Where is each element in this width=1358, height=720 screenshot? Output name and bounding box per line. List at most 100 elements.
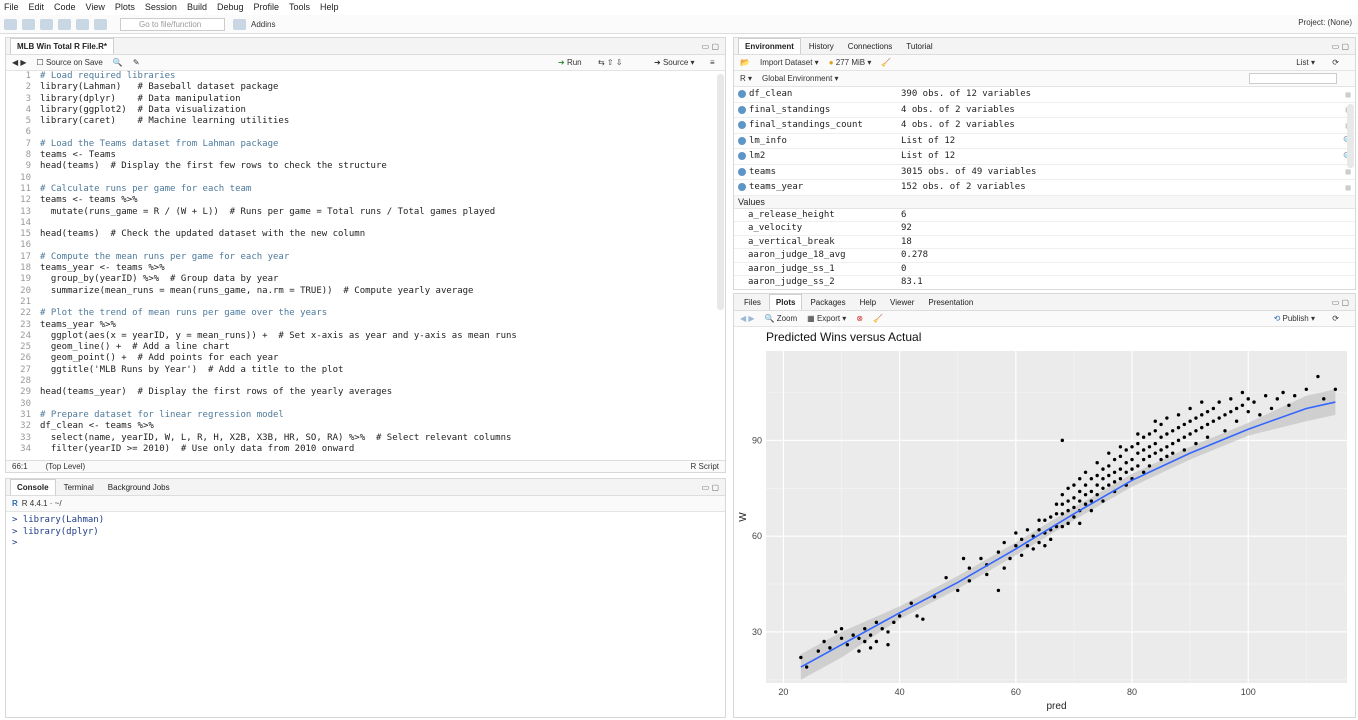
- data-point: [1101, 499, 1105, 503]
- editor-scrollbar[interactable]: [717, 74, 724, 310]
- menu-help[interactable]: Help: [320, 2, 339, 12]
- menu-plots[interactable]: Plots: [115, 2, 135, 12]
- env-row-final_standings_count[interactable]: final_standings_count 4 obs. of 2 variabl…: [734, 118, 1355, 134]
- export-button[interactable]: ▦ Export ▾: [807, 314, 846, 323]
- back-icon[interactable]: ◀ ▶: [12, 58, 27, 67]
- zoom-button[interactable]: 🔍 Zoom: [765, 314, 798, 323]
- code-text: ggtitle('MLB Runs by Year') # Add a titl…: [40, 364, 344, 375]
- new-project-icon[interactable]: [22, 18, 35, 30]
- tab-console[interactable]: Console: [10, 479, 56, 495]
- data-point: [1008, 556, 1012, 561]
- source-button[interactable]: ➜ Source ▾: [654, 58, 695, 67]
- print-icon[interactable]: [94, 18, 107, 30]
- list-view-button[interactable]: List ▾: [1296, 58, 1315, 67]
- window-controls-icon[interactable]: ▭ ▢: [1332, 298, 1349, 307]
- tab-plots[interactable]: Plots: [768, 294, 803, 310]
- menu-profile[interactable]: Profile: [254, 2, 280, 12]
- value-row-a_velocity[interactable]: a_velocity 92: [734, 222, 1355, 236]
- tab-history[interactable]: History: [803, 39, 840, 54]
- env-row-lm2[interactable]: lm2List of 12🔍: [734, 149, 1355, 165]
- tab-background-jobs[interactable]: Background Jobs: [102, 480, 176, 495]
- env-row-final_standings[interactable]: final_standings4 obs. of 2 variables▦: [734, 103, 1355, 118]
- value-row-aaron_judge_ss_1[interactable]: aaron_judge_ss_1 0: [734, 263, 1355, 276]
- refresh-icon[interactable]: ⟳: [1332, 58, 1339, 67]
- expand-icon[interactable]: [738, 105, 746, 114]
- value-row-a_vertical_break[interactable]: a_vertical_break 18: [734, 236, 1355, 249]
- value-row-aaron_judge_ss_2[interactable]: aaron_judge_ss_2 83.1: [734, 276, 1355, 289]
- data-point: [967, 579, 972, 583]
- tab-environment[interactable]: Environment: [738, 38, 801, 54]
- console-output[interactable]: > library(Lahman) > library(dplyr) >: [6, 512, 725, 550]
- menu-view[interactable]: View: [86, 2, 105, 12]
- menu-edit[interactable]: Edit: [29, 2, 45, 12]
- tab-presentation[interactable]: Presentation: [922, 295, 979, 310]
- table-icon[interactable]: ▦: [1341, 167, 1355, 176]
- search-icon[interactable]: 🔍: [113, 58, 123, 67]
- env-row-lm_info[interactable]: lm_infoList of 12🔍: [734, 134, 1355, 149]
- value-name: aaron_judge_ss_1: [748, 263, 835, 274]
- environment-scrollbar[interactable]: [1347, 104, 1354, 168]
- goto-file-input[interactable]: Go to file/function: [120, 17, 225, 31]
- remove-plot-icon[interactable]: ⊗: [856, 314, 863, 323]
- tab-help[interactable]: Help: [854, 295, 882, 310]
- memory-indicator[interactable]: ● 277 MiB ▾: [829, 58, 872, 67]
- broom-icon[interactable]: 🧹: [881, 58, 891, 67]
- save-all-icon[interactable]: [76, 18, 89, 30]
- wand-icon[interactable]: ✎: [133, 58, 140, 67]
- scope-indicator[interactable]: (Top Level): [46, 462, 86, 471]
- load-icon[interactable]: 📂: [740, 58, 750, 67]
- window-controls-icon[interactable]: ▭ ▢: [702, 483, 719, 492]
- menu-code[interactable]: Code: [54, 2, 76, 12]
- expand-icon[interactable]: [738, 183, 746, 192]
- tab-terminal[interactable]: Terminal: [58, 480, 100, 495]
- source-on-save-checkbox[interactable]: ☐ Source on Save: [37, 58, 103, 67]
- run-button[interactable]: ➜ Run: [558, 58, 582, 67]
- tab-packages[interactable]: Packages: [804, 295, 851, 310]
- expand-icon[interactable]: [738, 152, 746, 161]
- language-select[interactable]: R ▾: [740, 74, 752, 83]
- menu-build[interactable]: Build: [187, 2, 207, 12]
- save-icon[interactable]: [58, 18, 71, 30]
- expand-icon[interactable]: [738, 90, 746, 99]
- value-value: 0.278: [901, 250, 929, 261]
- plot-back-icon[interactable]: ◀ ▶: [740, 314, 755, 323]
- tab-tutorial[interactable]: Tutorial: [900, 39, 938, 54]
- code-text: library(ggplot2) # Data visualization: [40, 104, 246, 115]
- window-controls-icon[interactable]: ▭ ▢: [702, 42, 719, 51]
- publish-button[interactable]: ⟲ Publish ▾: [1274, 314, 1315, 323]
- menu-file[interactable]: File: [4, 2, 19, 12]
- addins-menu[interactable]: Addins: [251, 20, 275, 29]
- grid-icon[interactable]: [233, 18, 246, 30]
- value-row-a_release_height[interactable]: a_release_height 6: [734, 209, 1355, 222]
- tab-files[interactable]: Files: [738, 295, 767, 310]
- env-row-df_clean[interactable]: df_clean 390 obs. of 12 variables ▦: [734, 87, 1355, 103]
- env-row-teams_year[interactable]: teams_year 152 obs. of 2 variables ▦: [734, 180, 1355, 196]
- import-dataset-button[interactable]: Import Dataset ▾: [760, 58, 819, 67]
- table-icon[interactable]: ▦: [1341, 183, 1355, 192]
- expand-icon[interactable]: [738, 167, 746, 176]
- menu-icon[interactable]: ≡: [710, 58, 715, 67]
- tab-editor-file[interactable]: MLB Win Total R File.R*: [10, 38, 114, 54]
- code-editor[interactable]: 1 # Load required libraries 2 library(Lahma…: [6, 71, 715, 472]
- menu-session[interactable]: Session: [145, 2, 177, 12]
- clear-plots-icon[interactable]: 🧹: [873, 314, 883, 323]
- env-row-teams[interactable]: teams 3015 obs. of 49 variables ▦: [734, 165, 1355, 180]
- expand-icon[interactable]: [738, 136, 746, 145]
- project-menu[interactable]: Project: (None): [1298, 18, 1352, 27]
- new-file-icon[interactable]: [4, 18, 17, 30]
- tab-viewer[interactable]: Viewer: [884, 295, 920, 310]
- open-file-icon[interactable]: [40, 18, 53, 30]
- menu-debug[interactable]: Debug: [217, 2, 244, 12]
- menu-tools[interactable]: Tools: [289, 2, 310, 12]
- environment-search-input[interactable]: [1249, 73, 1337, 84]
- plot-refresh-icon[interactable]: ⟳: [1332, 314, 1339, 323]
- global-env-select[interactable]: Global Environment ▾: [762, 74, 839, 83]
- window-controls-icon[interactable]: ▭ ▢: [1332, 42, 1349, 51]
- env-name-cell: final_standings: [734, 105, 901, 115]
- table-icon[interactable]: ▦: [1341, 90, 1355, 99]
- tab-connections[interactable]: Connections: [842, 39, 898, 54]
- expand-icon[interactable]: [738, 121, 746, 130]
- filetype-indicator[interactable]: R Script: [691, 462, 719, 471]
- value-row-aaron_judge_18_avg[interactable]: aaron_judge_18_avg 0.278: [734, 249, 1355, 263]
- rerun-icon[interactable]: ⇆ ⇧ ⇩: [598, 58, 623, 67]
